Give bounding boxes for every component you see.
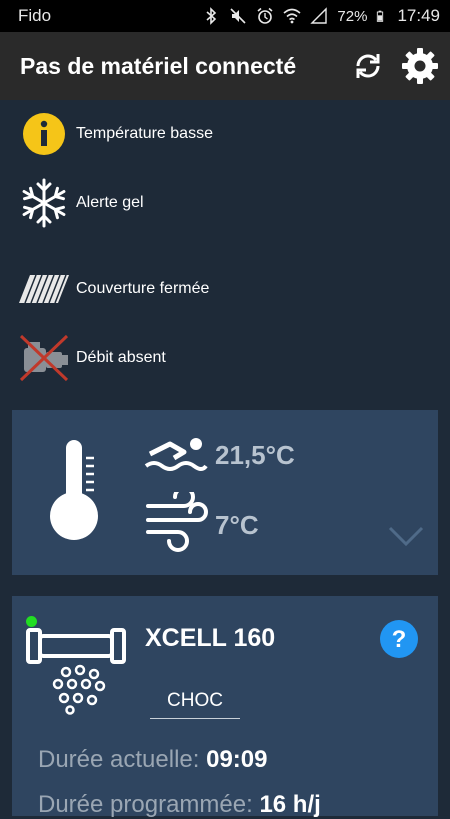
temperature-card[interactable]: 21,5°C 7°C [12,410,438,575]
battery-level: 72% [337,7,368,25]
alert-frost: Alerte gel [18,176,144,230]
status-icons: 72% 17:49 [202,6,440,26]
status-bar: Fido 72% 17:49 [0,0,450,32]
wind-icon [146,492,208,552]
device-card[interactable]: XCELL 160 ? CHOC Durée actuelle: 09:09 D… [12,596,438,819]
device-name: XCELL 160 [145,624,276,652]
alert-no-flow: Débit absent [18,331,166,385]
salt-cell-icon [26,628,126,715]
mute-icon [230,8,246,24]
battery-icon [377,10,384,22]
refresh-icon [356,54,380,78]
carrier-label: Fido [18,6,52,25]
thermometer-icon [50,440,98,540]
app-bar: Pas de matériel connecté [0,32,450,100]
water-temperature: 21,5°C [215,440,295,470]
bluetooth-icon [206,7,217,25]
alert-label: Alerte gel [76,194,144,211]
chevron-down-icon[interactable] [386,524,426,548]
alert-label: Température basse [76,125,213,142]
current-duration-value: 09:09 [206,746,268,773]
page-title: Pas de matériel connecté [20,52,297,79]
alarm-icon [257,7,273,24]
programmed-duration-label: Durée programmée: [38,791,253,818]
air-temperature: 7°C [215,510,259,540]
wifi-icon [283,8,301,24]
mode-select[interactable]: CHOC [150,684,240,719]
clock: 17:49 [397,6,440,25]
programmed-duration: Durée programmée: 16 h/j [38,791,321,819]
alert-label: Débit absent [76,349,166,366]
settings-button[interactable] [398,44,442,88]
current-duration-label: Durée actuelle: [38,746,200,773]
alert-label: Couverture fermée [76,280,210,297]
signal-icon [310,7,328,24]
connection-status-dot [26,616,37,627]
programmed-duration-value: 16 h/j [259,791,321,818]
alert-low-temperature: Température basse [18,107,213,161]
flow-absent-icon [19,334,69,382]
help-icon[interactable]: ? [379,619,419,659]
gear-icon [402,48,438,84]
refresh-button[interactable] [346,44,390,88]
pool-cover-icon [19,274,69,304]
info-icon [23,113,65,155]
svg-text:?: ? [392,626,407,653]
snowflake-icon [22,178,66,228]
current-duration: Durée actuelle: 09:09 [38,746,268,774]
alert-cover-closed: Couverture fermée [18,262,209,316]
swimmer-icon [144,438,208,471]
